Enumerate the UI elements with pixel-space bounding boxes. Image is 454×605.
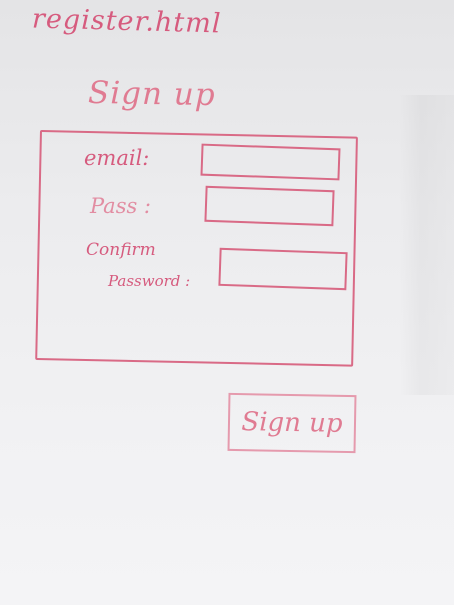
paper-shadow	[399, 95, 454, 395]
password-label: Pass :	[90, 194, 152, 218]
confirm-password-field[interactable]	[218, 247, 348, 291]
email-label: email:	[84, 146, 150, 170]
password-field[interactable]	[204, 185, 335, 227]
page-title: Sign up	[87, 74, 216, 114]
filename-heading: register.html	[31, 3, 222, 40]
email-field[interactable]	[200, 143, 341, 181]
confirm-password-label: Confirm	[86, 240, 156, 260]
sign-up-button[interactable]: Sign up	[227, 392, 357, 454]
confirm-password-label-line2: Password :	[108, 272, 191, 290]
